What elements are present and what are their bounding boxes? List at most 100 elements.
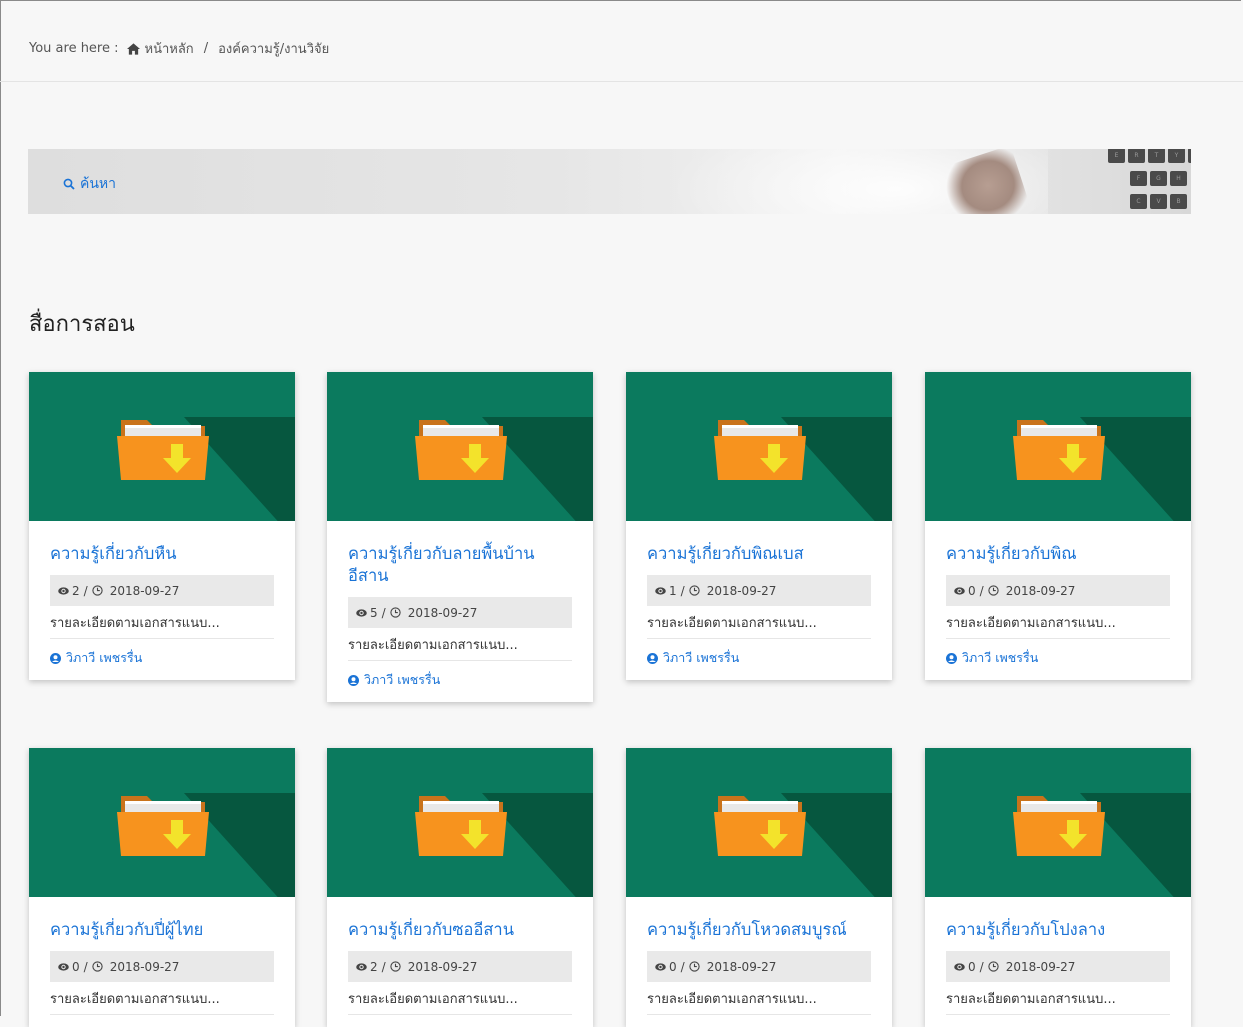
meta-separator: / <box>979 959 984 974</box>
eye-icon <box>954 586 965 595</box>
breadcrumb-home-link[interactable]: หน้าหลัก <box>145 38 194 59</box>
content-card: ความรู้เกี่ยวกับโหวดสมบูรณ์ 0/ 2018-09-27 ร… <box>626 748 892 1027</box>
clock-icon <box>92 961 103 972</box>
breadcrumb-separator: / <box>203 41 209 56</box>
card-thumbnail[interactable] <box>626 748 892 897</box>
card-title-link[interactable]: ความรู้เกี่ยวกับหืน <box>50 543 274 565</box>
eye-icon <box>356 962 367 971</box>
folder-download-icon <box>1013 420 1105 480</box>
section-title: สื่อการสอน <box>29 312 135 337</box>
view-count: 2 <box>72 583 80 598</box>
eye-icon <box>58 586 69 595</box>
eye-icon <box>655 962 666 971</box>
clock-icon <box>689 961 700 972</box>
keyboard-key: V <box>1150 194 1167 209</box>
author-link[interactable]: วิภาวี เพชรรื่น <box>946 639 1170 668</box>
user-circle-icon <box>50 652 61 664</box>
meta-separator: / <box>680 959 685 974</box>
card-thumbnail[interactable] <box>327 372 593 521</box>
search-toggle-link[interactable]: ค้นหา <box>63 173 116 195</box>
card-meta: 1/ 2018-09-27 <box>647 575 871 606</box>
search-label: ค้นหา <box>80 176 117 192</box>
keyboard-key: H <box>1170 171 1187 186</box>
card-thumbnail[interactable] <box>626 372 892 521</box>
eye-icon <box>356 608 367 617</box>
post-date: 2018-09-27 <box>109 583 180 598</box>
keyboard-key: B <box>1170 194 1187 209</box>
card-description: รายละเอียดตามเอกสารแนบ... <box>348 982 572 1015</box>
content-card: ความรู้เกี่ยวกับโปงลาง 0/ 2018-09-27 รายละเ… <box>925 748 1191 1027</box>
card-description: รายละเอียดตามเอกสารแนบ... <box>50 606 274 639</box>
folder-download-icon <box>117 796 209 856</box>
card-meta: 0/ 2018-09-27 <box>647 951 871 982</box>
post-date: 2018-09-27 <box>407 959 478 974</box>
card-thumbnail[interactable] <box>925 372 1191 521</box>
author-name: วิภาวี เพชรรื่น <box>663 650 740 665</box>
post-date: 2018-09-27 <box>706 583 777 598</box>
card-description: รายละเอียดตามเอกสารแนบ... <box>50 982 274 1015</box>
folder-download-icon <box>415 420 507 480</box>
card-thumbnail[interactable] <box>925 748 1191 897</box>
card-meta: 0/ 2018-09-27 <box>50 951 274 982</box>
clock-icon <box>390 607 401 618</box>
view-count: 1 <box>669 583 677 598</box>
author-link[interactable]: วิภาวี เพชรรื่น <box>348 661 572 690</box>
view-count: 2 <box>370 959 378 974</box>
author-link[interactable]: วิภาวี เพชรรื่น <box>647 639 871 668</box>
clock-icon <box>988 585 999 596</box>
card-description: รายละเอียดตามเอกสารแนบ... <box>647 982 871 1015</box>
card-title-link[interactable]: ความรู้เกี่ยวกับพิณ <box>946 543 1170 565</box>
card-title-link[interactable]: ความรู้เกี่ยวกับลายพื้นบ้านอีสาน <box>348 543 572 587</box>
card-meta: 2/ 2018-09-27 <box>348 951 572 982</box>
card-meta: 0/ 2018-09-27 <box>946 575 1170 606</box>
card-title-link[interactable]: ความรู้เกี่ยวกับพิณเบส <box>647 543 871 565</box>
author-name: วิภาวี เพชรรื่น <box>962 650 1039 665</box>
user-circle-icon <box>946 652 957 664</box>
post-date: 2018-09-27 <box>407 605 478 620</box>
content-card: ความรู้เกี่ยวกับปี่ผู้ไทย 0/ 2018-09-27 ราย… <box>29 748 295 1027</box>
clock-icon <box>689 585 700 596</box>
keyboard-key: E <box>1108 149 1125 163</box>
folder-download-icon <box>714 796 806 856</box>
view-count: 0 <box>72 959 80 974</box>
card-thumbnail[interactable] <box>327 748 593 897</box>
card-title-link[interactable]: ความรู้เกี่ยวกับโปงลาง <box>946 919 1170 941</box>
card-title-link[interactable]: ความรู้เกี่ยวกับซออีสาน <box>348 919 572 941</box>
content-card: ความรู้เกี่ยวกับพิณ 0/ 2018-09-27 รายละเอีย… <box>925 372 1191 680</box>
card-meta: 0/ 2018-09-27 <box>946 951 1170 982</box>
author-name: วิภาวี เพชรรื่น <box>364 672 441 687</box>
content-card: ความรู้เกี่ยวกับหืน 2/ 2018-09-27 รายละเอีย… <box>29 372 295 680</box>
keyboard-key: T <box>1148 149 1165 163</box>
card-description: รายละเอียดตามเอกสารแนบ... <box>946 982 1170 1015</box>
breadcrumb: You are here : หน้าหลัก / องค์ความรู้/งา… <box>0 0 1243 82</box>
home-icon <box>126 42 140 55</box>
folder-download-icon <box>117 420 209 480</box>
breadcrumb-prefix: You are here : <box>29 41 119 56</box>
meta-separator: / <box>381 959 386 974</box>
card-meta: 2/ 2018-09-27 <box>50 575 274 606</box>
eye-icon <box>954 962 965 971</box>
keyboard-key: R <box>1128 149 1145 163</box>
clock-icon <box>390 961 401 972</box>
post-date: 2018-09-27 <box>109 959 180 974</box>
keyboard-key: G <box>1150 171 1167 186</box>
post-date: 2018-09-27 <box>1005 583 1076 598</box>
card-thumbnail[interactable] <box>29 372 295 521</box>
author-link[interactable]: วิภาวี เพชรรื่น <box>50 639 274 668</box>
meta-separator: / <box>83 959 88 974</box>
user-circle-icon <box>647 652 658 664</box>
card-title-link[interactable]: ความรู้เกี่ยวกับโหวดสมบูรณ์ <box>647 919 871 941</box>
view-count: 0 <box>669 959 677 974</box>
card-description: รายละเอียดตามเอกสารแนบ... <box>348 628 572 661</box>
search-icon <box>63 178 75 190</box>
clock-icon <box>988 961 999 972</box>
card-thumbnail[interactable] <box>29 748 295 897</box>
meta-separator: / <box>83 583 88 598</box>
user-circle-icon <box>348 674 359 686</box>
card-description: รายละเอียดตามเอกสารแนบ... <box>647 606 871 639</box>
card-title-link[interactable]: ความรู้เกี่ยวกับปี่ผู้ไทย <box>50 919 274 941</box>
post-date: 2018-09-27 <box>1005 959 1076 974</box>
folder-download-icon <box>415 796 507 856</box>
folder-download-icon <box>1013 796 1105 856</box>
banner-keyboard-image: ERTYU FGH CVB <box>1068 149 1191 214</box>
